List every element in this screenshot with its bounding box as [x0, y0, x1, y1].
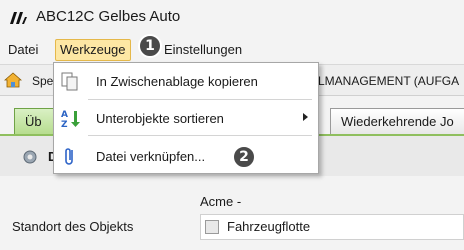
object-form: Acme - Standort des Objekts Fahrzeugflot… — [0, 176, 464, 250]
sort-az-icon: A Z — [61, 110, 80, 128]
menu-einstellungen[interactable]: Einstellungen — [164, 42, 242, 58]
location-field[interactable]: Fahrzeugflotte — [200, 214, 464, 240]
menu-datei[interactable]: Datei — [8, 42, 38, 58]
field-caption: Acme - — [200, 194, 242, 209]
menu-separator — [88, 99, 312, 100]
window-title: ABC12C Gelbes Auto — [36, 8, 181, 25]
location-value: Fahrzeugflotte — [227, 219, 311, 234]
menu-separator — [88, 135, 312, 136]
location-label: Standort des Objekts — [12, 219, 134, 234]
callout-badge-2: 2 — [232, 145, 256, 169]
menu-item-sort[interactable]: A Z Unterobjekte sortieren — [54, 102, 318, 132]
submenu-arrow-icon — [303, 113, 308, 121]
svg-text:A: A — [61, 110, 68, 120]
app-logo-icon — [10, 12, 27, 24]
home-icon[interactable] — [4, 72, 22, 88]
toolbar-left-label[interactable]: Spe — [32, 74, 53, 88]
callout-badge-1: 1 — [138, 34, 162, 58]
menu-werkzeuge[interactable]: Werkzeuge — [55, 39, 131, 61]
copy-icon — [61, 72, 78, 91]
gear-icon — [23, 150, 37, 164]
title-bar: ABC12C Gelbes Auto — [0, 0, 464, 36]
paperclip-icon — [65, 148, 73, 165]
menu-item-link-file[interactable]: Datei verknüpfen... — [54, 140, 318, 170]
werkzeuge-dropdown: In Zwischenablage kopieren A Z Unterobje… — [53, 62, 319, 174]
menu-item-copy-label: In Zwischenablage kopieren — [96, 74, 258, 89]
toolbar-right-label[interactable]: LMANAGEMENT (AUFGA — [318, 74, 459, 88]
menu-bar: Datei Werkzeuge Einstellungen — [0, 38, 464, 62]
menu-item-link-file-label: Datei verknüpfen... — [96, 149, 206, 164]
menu-item-sort-label: Unterobjekte sortieren — [96, 111, 224, 126]
tab-wiederkehrende-jobs[interactable]: Wiederkehrende Jo — [330, 108, 464, 134]
menu-item-copy[interactable]: In Zwischenablage kopieren — [54, 65, 318, 95]
svg-text:Z: Z — [61, 120, 68, 128]
location-icon — [205, 220, 219, 234]
